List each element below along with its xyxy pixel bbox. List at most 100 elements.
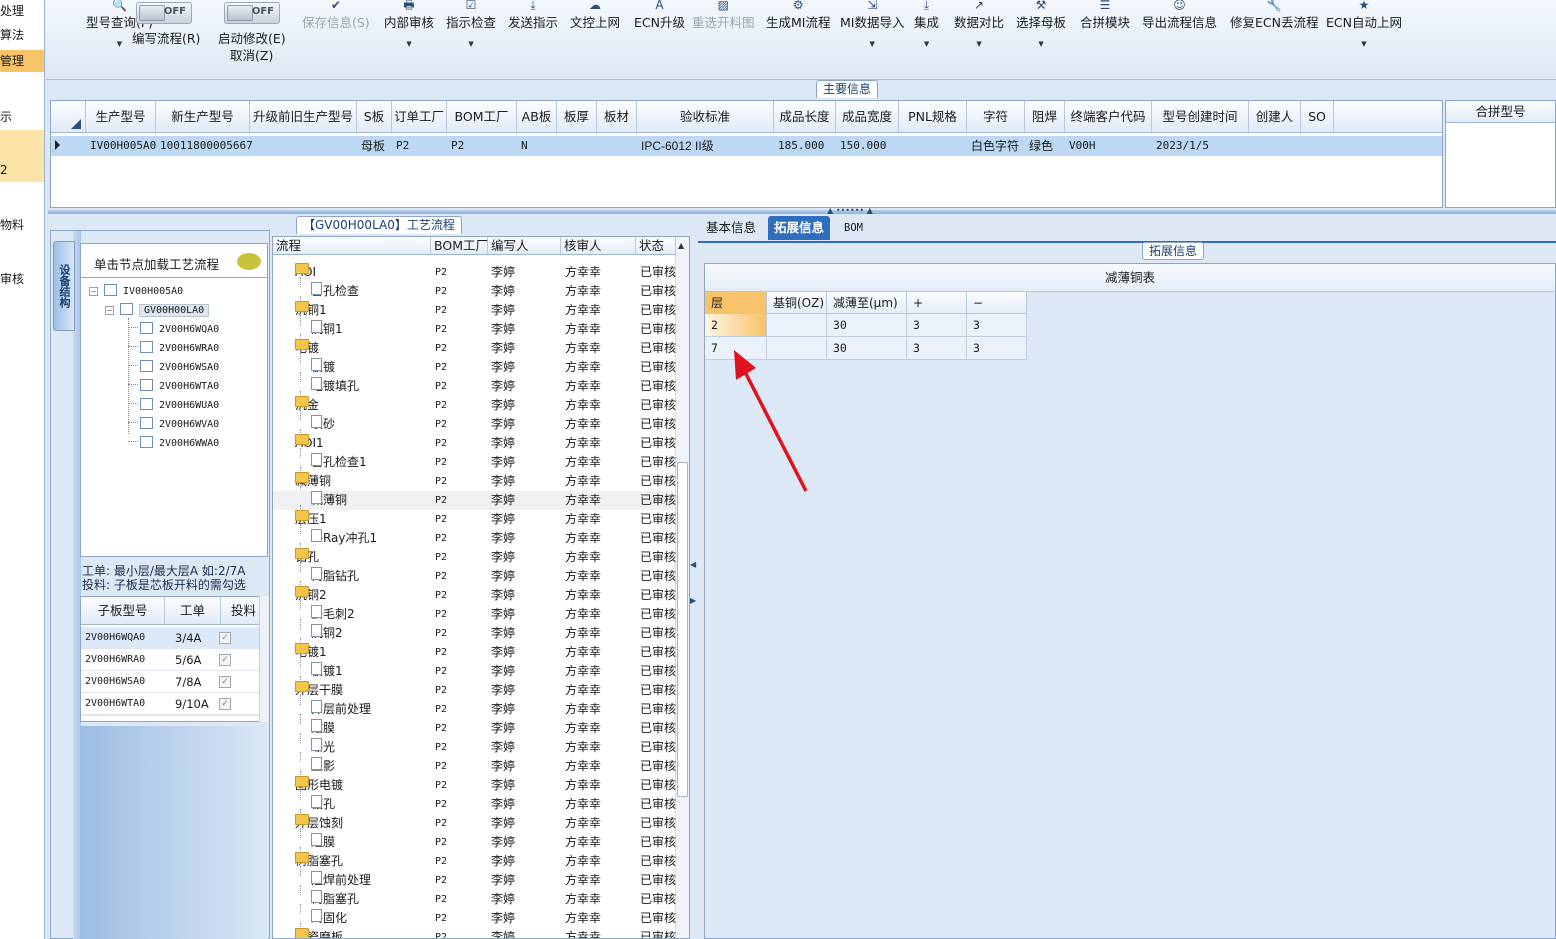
process-row[interactable]: −树脂塞孔 P2 李婷 方幸幸 已审核	[273, 852, 676, 871]
table-column-header-1[interactable]: 基铜(OZ)	[767, 292, 827, 314]
column-header-15[interactable]: 终端客户代码	[1065, 101, 1152, 133]
column-header-1[interactable]: 新生产型号	[156, 101, 250, 133]
process-row[interactable]: −外层干膜 P2 李婷 方幸幸 已审核	[273, 681, 676, 700]
sub-board-model[interactable]: 2V00H6WTA0	[81, 693, 165, 715]
process-row[interactable]: 板镀1 P2 李婷 方幸幸 已审核	[273, 662, 676, 681]
dropdown-arrow-icon[interactable]: ▼	[1016, 40, 1066, 48]
feed-checkbox[interactable]: ✓	[219, 698, 231, 710]
table-cell[interactable]: 3	[967, 337, 1027, 360]
process-row[interactable]: 贴膜 P2 李婷 方幸幸 已审核	[273, 719, 676, 738]
sub-board-order[interactable]: 9/10A	[165, 693, 221, 715]
process-row[interactable]: 沉铜2 P2 李婷 方幸幸 已审核	[273, 624, 676, 643]
column-header-14[interactable]: 阻焊	[1025, 101, 1065, 133]
process-step[interactable]: 盲孔检查1	[311, 453, 367, 472]
tab-board-structure[interactable]: 设备结构	[53, 241, 75, 331]
process-step[interactable]: 曝光	[311, 738, 335, 757]
toolbar-button-9[interactable]: ⇲ MI数据导入 ▼	[840, 0, 904, 78]
tree-leaf-node[interactable]: 2V00H6WSA0	[128, 358, 219, 377]
column-header-3[interactable]: S板	[357, 101, 392, 133]
sidebar-item-1[interactable]: 算法	[0, 24, 44, 46]
node-checkbox[interactable]	[140, 417, 153, 429]
vertical-splitter[interactable]: ◀ ▶	[690, 560, 698, 640]
process-row[interactable]: −图形电镀 P2 李婷 方幸幸 已审核	[273, 776, 676, 795]
sub-column-header-1[interactable]: 工单	[165, 597, 221, 625]
process-step[interactable]: 板镀	[311, 358, 335, 377]
tab-0[interactable]: 基本信息	[700, 216, 762, 240]
process-row[interactable]: 显影 P2 李婷 方幸幸 已审核	[273, 757, 676, 776]
scroll-up-icon[interactable]: ▲	[678, 241, 684, 250]
process-step[interactable]: −电镀	[295, 339, 319, 358]
column-header-13[interactable]: 字符	[967, 101, 1025, 133]
process-row[interactable]: 镀孔 P2 李婷 方幸幸 已审核	[273, 795, 676, 814]
process-row[interactable]: 电镀填孔 P2 李婷 方幸幸 已审核	[273, 377, 676, 396]
cell-10[interactable]: 185.000	[774, 136, 836, 156]
sub-board-row[interactable]: 2V00H6WRA0 5/6A ✓	[81, 649, 267, 671]
column-header-16[interactable]: 型号创建时间	[1152, 101, 1249, 133]
process-step[interactable]: −树脂塞孔	[295, 852, 343, 871]
table-cell[interactable]: 3	[907, 314, 967, 337]
cell-3[interactable]: 母板	[357, 136, 392, 156]
process-row[interactable]: 树脂塞孔 P2 李婷 方幸幸 已审核	[273, 890, 676, 909]
process-row[interactable]: 退膜 P2 李婷 方幸幸 已审核	[273, 833, 676, 852]
process-row[interactable]: 板镀 P2 李婷 方幸幸 已审核	[273, 358, 676, 377]
cell-15[interactable]: V00H	[1065, 136, 1152, 156]
feed-checkbox[interactable]: ✓	[219, 676, 231, 688]
dropdown-arrow-icon[interactable]: ▼	[914, 40, 939, 48]
process-step[interactable]: −陶瓷磨板	[295, 928, 343, 938]
column-header-5[interactable]: BOM工厂	[447, 101, 517, 133]
process-step[interactable]: 板镀1	[311, 662, 343, 681]
process-step[interactable]: 喷砂	[311, 415, 335, 434]
toolbar-button-2[interactable]: 🖶 内部审核 ▼	[384, 0, 434, 78]
table-cell[interactable]: 2	[705, 314, 767, 337]
sub-column-header-0[interactable]: 子板型号	[81, 597, 165, 625]
column-header-9[interactable]: 验收标准	[637, 101, 774, 133]
cell-14[interactable]: 绿色	[1025, 136, 1065, 156]
process-row[interactable]: −层压1P2李婷方幸幸已审核	[273, 510, 676, 529]
toolbar-button-13[interactable]: ☰ 合拼模块	[1080, 0, 1130, 78]
toolbar-button-14[interactable]: ☺ 导出流程信息	[1142, 0, 1217, 78]
dropdown-arrow-icon[interactable]: ▼	[840, 40, 904, 48]
column-header-18[interactable]: SO	[1301, 101, 1334, 133]
cell-7[interactable]	[557, 136, 597, 156]
table-cell[interactable]	[767, 314, 827, 337]
process-step[interactable]: 退膜	[311, 833, 335, 852]
table-cell[interactable]: 30	[827, 314, 907, 337]
process-row[interactable]: 去毛刺2 P2 李婷 方幸幸 已审核	[273, 605, 676, 624]
process-row[interactable]: 喷砂 P2 李婷 方幸幸 已审核	[273, 415, 676, 434]
node-checkbox[interactable]	[140, 379, 153, 391]
table-cell[interactable]: 3	[907, 337, 967, 360]
sub-board-row[interactable]: 2V00H6WQA0 3/4A ✓	[81, 627, 267, 649]
cell-6[interactable]: N	[517, 136, 557, 156]
node-checkbox[interactable]	[140, 436, 153, 448]
node-checkbox[interactable]	[104, 284, 117, 296]
cell-12[interactable]	[899, 136, 967, 156]
process-row[interactable]: 曝光 P2 李婷 方幸幸 已审核	[273, 738, 676, 757]
cell-5[interactable]: P2	[447, 136, 517, 156]
process-step[interactable]: 显影	[311, 757, 335, 776]
process-step[interactable]: 去毛刺2	[311, 605, 355, 624]
toggle-start-modify[interactable]: OFF	[224, 2, 280, 24]
column-header-8[interactable]: 板材	[597, 101, 637, 133]
process-step[interactable]: 镀孔	[311, 795, 335, 814]
process-step[interactable]: 减薄铜	[311, 491, 347, 510]
toolbar-button-15[interactable]: 🔧 修复ECN丢流程	[1230, 0, 1318, 78]
cell-8[interactable]	[597, 136, 637, 156]
tree-child-node[interactable]: − GV00H00LA0	[105, 301, 210, 320]
process-row[interactable]: −沉金 P2 李婷 方幸幸 已审核	[273, 396, 676, 415]
process-row[interactable]: −电镀1P2李婷方幸幸已审核	[273, 643, 676, 662]
process-step[interactable]: 树脂钻孔	[311, 567, 359, 586]
toolbar-button-4[interactable]: ⤓ 发送指示	[508, 0, 558, 78]
process-step[interactable]: −外层蚀刻	[295, 814, 343, 833]
scroll-thumb[interactable]	[677, 462, 688, 797]
tree-leaf-node[interactable]: 2V00H6WVA0	[128, 415, 219, 434]
column-header-10[interactable]: 成品长度	[774, 101, 836, 133]
toggle-knob[interactable]	[139, 5, 165, 21]
process-row[interactable]: −减薄铜P2李婷方幸幸已审核	[273, 472, 676, 491]
toolbar-button-12[interactable]: ⚒ 选择母板 ▼	[1016, 0, 1066, 78]
process-row[interactable]: −钻孔 P2 李婷 方幸幸 已审核	[273, 548, 676, 567]
process-step[interactable]: 沉铜1	[311, 320, 343, 339]
process-row[interactable]: −电镀 P2 李婷 方幸幸 已审核	[273, 339, 676, 358]
process-row[interactable]: −AOI P2 李婷 方幸幸 已审核	[273, 263, 676, 282]
process-step[interactable]: −沉金	[295, 396, 319, 415]
process-step[interactable]: −图形电镀	[295, 776, 343, 795]
